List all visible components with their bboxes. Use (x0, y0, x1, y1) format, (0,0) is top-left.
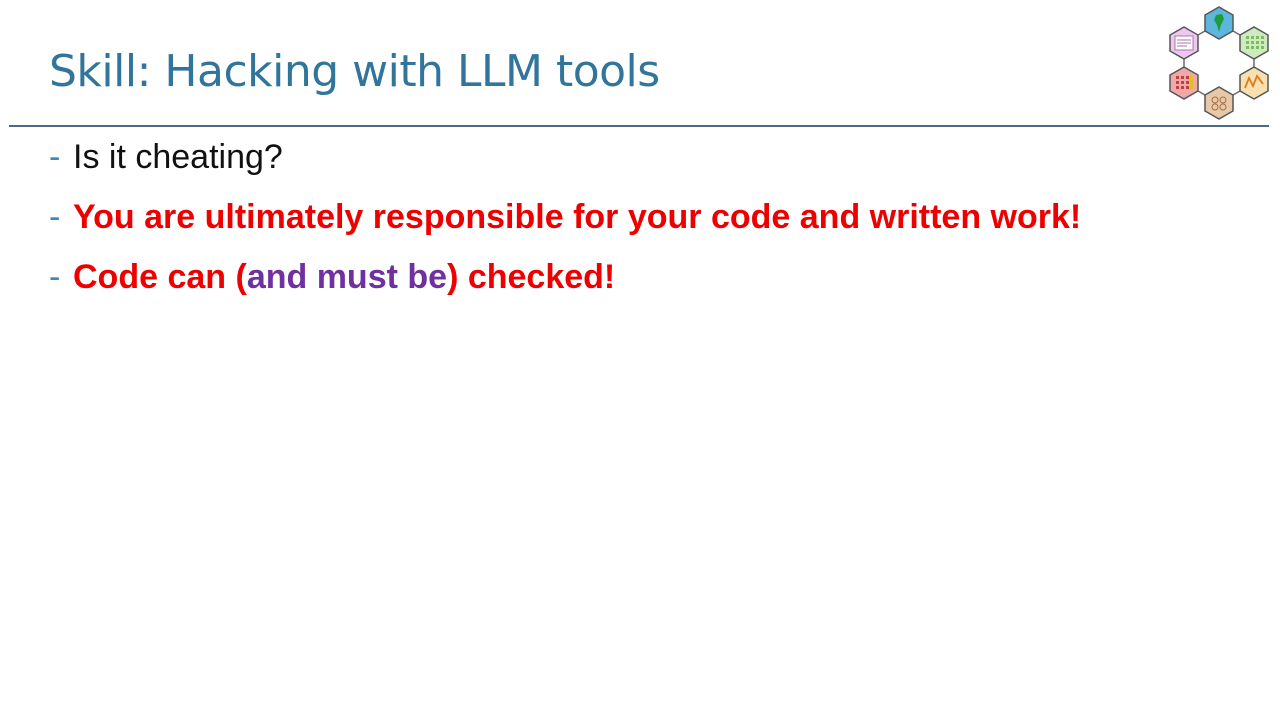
bullet-marker: - (49, 138, 61, 176)
bullet-item-checked: - Code can (and must be) checked! (49, 254, 1081, 314)
bullet-item-responsible: - You are ultimately responsible for you… (49, 194, 1081, 254)
bullet-text: Code can (and must be) checked! (73, 254, 615, 300)
bullet-text: You are ultimately responsible for your … (73, 198, 1082, 236)
bullet-marker: - (49, 198, 61, 236)
bullet-text-part-purple: and must be (246, 258, 448, 296)
bullet-marker: - (49, 258, 61, 296)
hex-upper-right-icon (1239, 26, 1269, 60)
bullet-item-cheating: - Is it cheating? (49, 134, 1081, 194)
hex-upper-left-icon (1169, 26, 1199, 60)
bullet-text: Is it cheating? (73, 138, 283, 176)
hexagon-cluster-logo-icon (1169, 6, 1269, 120)
hex-bottom-icon (1204, 86, 1234, 120)
slide: Skill: Hacking with LLM tools - Is it ch… (0, 0, 1280, 720)
hex-top-icon (1204, 6, 1234, 40)
slide-title: Skill: Hacking with LLM tools (49, 46, 660, 97)
bullet-list: - Is it cheating? - You are ultimately r… (49, 134, 1081, 314)
hex-lower-right-icon (1239, 66, 1269, 100)
title-divider (9, 125, 1269, 127)
hex-lower-left-icon (1169, 66, 1199, 100)
bullet-text-part-red-end: ) checked! (447, 258, 616, 296)
bullet-text-part-red-start: Code can ( (73, 258, 247, 296)
